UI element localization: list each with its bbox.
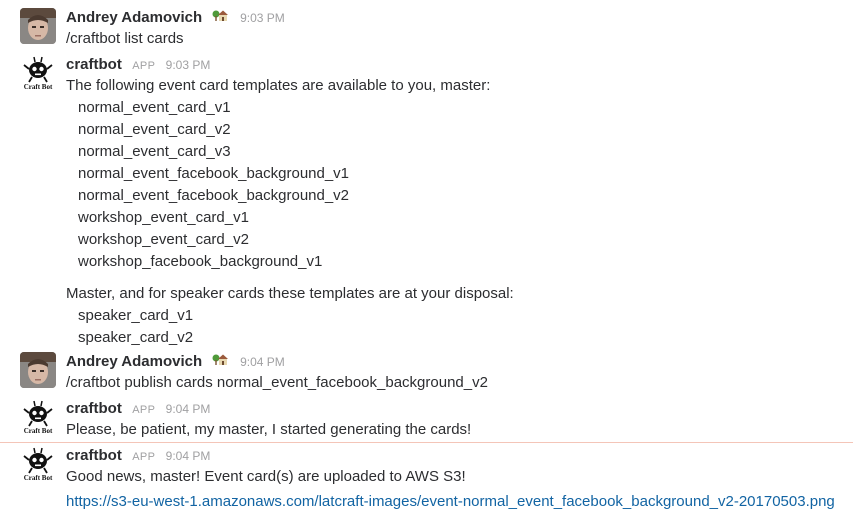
user-avatar[interactable] bbox=[20, 8, 56, 44]
message-text: Please, be patient, my master, I started… bbox=[66, 421, 472, 438]
message-text: /craftbot list cards bbox=[66, 30, 184, 47]
template-item: normal_event_card_v1 bbox=[78, 99, 231, 116]
s3-image-link[interactable]: https://s3-eu-west-1.amazonaws.com/latcr… bbox=[66, 493, 835, 510]
template-item: normal_event_card_v3 bbox=[78, 143, 231, 160]
template-item: workshop_event_card_v1 bbox=[78, 209, 249, 226]
template-item: workshop_event_card_v2 bbox=[78, 231, 249, 248]
template-item: normal_event_facebook_background_v1 bbox=[78, 165, 350, 182]
house-with-garden-icon bbox=[212, 352, 228, 372]
app-badge: APP bbox=[132, 451, 156, 463]
author-name[interactable]: craftbot bbox=[66, 400, 122, 417]
app-badge: APP bbox=[132, 60, 156, 72]
template-item: speaker_card_v1 bbox=[78, 307, 194, 324]
template-item: workshop_facebook_background_v1 bbox=[78, 253, 323, 270]
template-item: speaker_card_v2 bbox=[78, 329, 194, 346]
timestamp[interactable]: 9:04 PM bbox=[166, 402, 211, 416]
message-text: The following event card templates are a… bbox=[66, 77, 491, 94]
timestamp[interactable]: 9:03 PM bbox=[166, 58, 211, 72]
author-name[interactable]: Andrey Adamovich bbox=[66, 9, 202, 26]
template-item: normal_event_facebook_background_v2 bbox=[78, 187, 350, 204]
author-name[interactable]: craftbot bbox=[66, 56, 122, 73]
bot-avatar[interactable]: Craft Bot bbox=[20, 55, 56, 91]
author-name[interactable]: Andrey Adamovich bbox=[66, 353, 202, 370]
bot-avatar-label: Craft Bot bbox=[24, 474, 53, 482]
template-item: normal_event_card_v2 bbox=[78, 121, 231, 138]
bot-avatar-label: Craft Bot bbox=[24, 83, 53, 91]
timestamp[interactable]: 9:04 PM bbox=[166, 449, 211, 463]
user-avatar[interactable] bbox=[20, 352, 56, 388]
message-text: /craftbot publish cards normal_event_fac… bbox=[66, 374, 488, 391]
house-with-garden-icon bbox=[212, 8, 228, 28]
new-messages-divider bbox=[0, 442, 853, 443]
bot-avatar-label: Craft Bot bbox=[24, 427, 53, 435]
author-name[interactable]: craftbot bbox=[66, 447, 122, 464]
timestamp[interactable]: 9:04 PM bbox=[240, 355, 285, 369]
message-text: Master, and for speaker cards these temp… bbox=[66, 285, 514, 302]
bot-avatar[interactable]: Craft Bot bbox=[20, 446, 56, 482]
timestamp[interactable]: 9:03 PM bbox=[240, 11, 285, 25]
bot-avatar[interactable]: Craft Bot bbox=[20, 399, 56, 435]
message-text: Good news, master! Event card(s) are upl… bbox=[66, 468, 466, 485]
app-badge: APP bbox=[132, 404, 156, 416]
